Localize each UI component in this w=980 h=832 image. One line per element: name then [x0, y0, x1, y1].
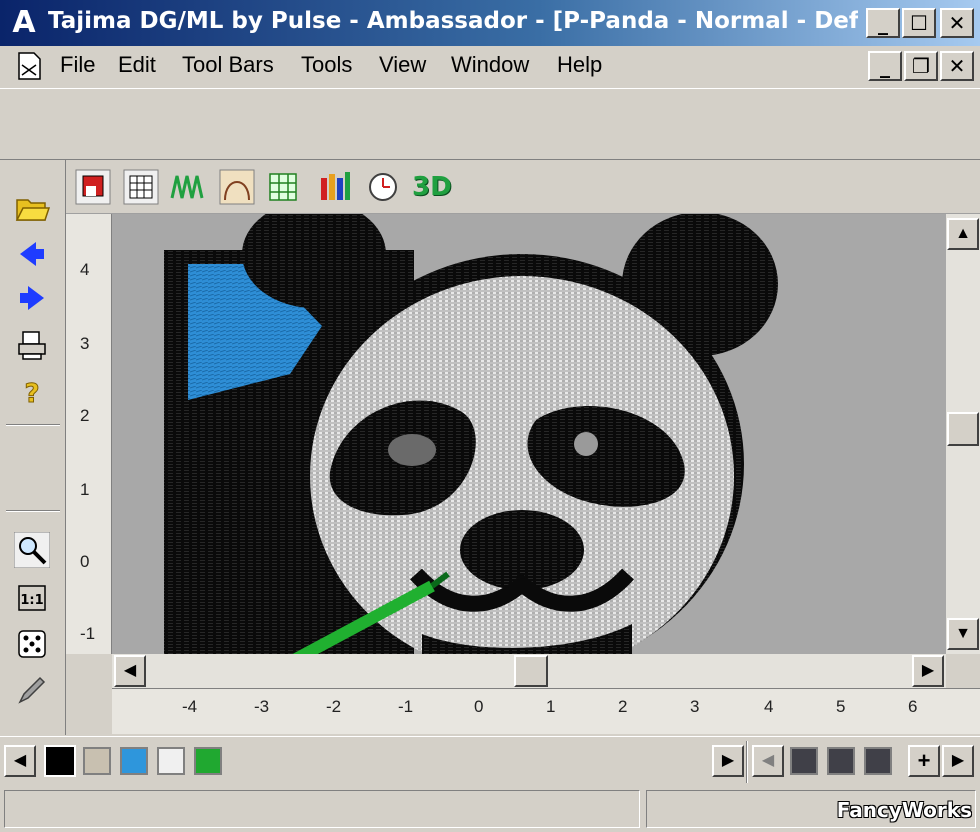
ruler-tick: 3 [80, 334, 90, 353]
scroll-up-button[interactable]: ▲ [947, 218, 979, 250]
palette-color-swatch[interactable] [120, 747, 148, 775]
zoom-icon[interactable] [14, 532, 50, 568]
menu-window[interactable]: Window [451, 52, 529, 78]
vertical-ruler: 4 3 2 1 0 -1 [66, 214, 112, 654]
document-icon[interactable] [14, 51, 44, 81]
ruler-tick: 6 [908, 697, 918, 716]
ruler-tick: -1 [398, 697, 414, 716]
scroll-right-button[interactable]: ▶ [912, 655, 944, 687]
palette-divider [746, 741, 748, 783]
doc-restore-button[interactable]: ❐ [904, 51, 938, 81]
scroll-left-button[interactable]: ◀ [114, 655, 146, 687]
maximize-button[interactable]: ☐ [902, 8, 936, 38]
ruler-tick: 5 [836, 697, 846, 716]
open-folder-icon[interactable] [14, 190, 50, 226]
palette-scroll-right-button[interactable]: ▶ [712, 745, 744, 777]
watermark-text: FancyWorks [836, 798, 972, 822]
sequence-color-swatch[interactable] [827, 747, 855, 775]
outline-icon[interactable] [218, 168, 256, 206]
ruler-tick: 0 [80, 552, 90, 571]
left-toolbar: ? 1:1 [0, 160, 66, 735]
palette-color-swatch[interactable] [44, 745, 76, 777]
menu-edit[interactable]: Edit [118, 52, 156, 78]
add-color-button[interactable]: + [908, 745, 940, 777]
help-icon[interactable]: ? [14, 374, 50, 410]
window-title: Tajima DG/ML by Pulse - Ambassador - [P-… [48, 8, 858, 34]
ruler-tick: 0 [474, 697, 484, 716]
sequence-scroll-left-button[interactable]: ◀ [752, 745, 784, 777]
toolbar-divider [6, 424, 60, 426]
back-arrow-icon[interactable] [14, 236, 50, 272]
ruler-tick: 1 [80, 480, 90, 499]
scroll-down-button[interactable]: ▼ [947, 618, 979, 650]
horizontal-scroll-thumb[interactable] [514, 655, 548, 687]
ruler-tick: -4 [182, 697, 198, 716]
menu-bar: File Edit Tool Bars Tools View Window He… [0, 46, 980, 86]
palette-color-swatch[interactable] [83, 747, 111, 775]
pencil-icon[interactable] [14, 672, 50, 708]
toolbar-divider [6, 510, 60, 512]
ruler-tick: -3 [254, 697, 270, 716]
view-toolbar: 3D [66, 160, 980, 214]
menu-tools[interactable]: Tools [301, 52, 352, 78]
status-pane-main [4, 790, 640, 828]
minimize-button[interactable]: _ [866, 8, 900, 38]
ruler-tick: 2 [618, 697, 628, 716]
ruler-tick: 2 [80, 406, 90, 425]
ruler-tick: -2 [326, 697, 342, 716]
palette-scroll-left-button[interactable]: ◀ [4, 745, 36, 777]
ruler-tick: 3 [690, 697, 700, 716]
sequence-color-swatch[interactable] [864, 747, 892, 775]
actual-size-icon[interactable]: 1:1 [14, 580, 50, 616]
app-window: A Tajima DG/ML by Pulse - Ambassador - [… [0, 0, 980, 832]
svg-text:?: ? [24, 379, 39, 409]
design-canvas[interactable] [112, 214, 946, 654]
horizontal-ruler: -4 -3 -2 -1 0 1 2 3 4 5 6 [112, 688, 980, 734]
color-bars-icon[interactable] [316, 168, 354, 206]
color-palette-bar: ◀ ▶ ◀ + ▶ [0, 736, 980, 786]
close-button[interactable]: ✕ [940, 8, 974, 38]
doc-close-button[interactable]: ✕ [940, 51, 974, 81]
menu-view[interactable]: View [379, 52, 426, 78]
horizontal-scrollbar[interactable]: ◀ ▶ [112, 654, 946, 688]
ruler-tick: 4 [80, 260, 90, 279]
palette-color-swatch[interactable] [194, 747, 222, 775]
sequence-color-swatch[interactable] [790, 747, 818, 775]
ruler-tick: -1 [80, 624, 96, 643]
table-icon[interactable] [264, 168, 302, 206]
ruler-tick: 1 [546, 697, 556, 716]
stitch-lines-icon[interactable] [168, 168, 206, 206]
app-logo-icon: A [12, 5, 36, 40]
vertical-scroll-thumb[interactable] [947, 412, 979, 446]
toolbar-area [0, 88, 980, 160]
svg-text:1:1: 1:1 [20, 593, 43, 608]
status-bar: FancyWorks [0, 788, 980, 832]
menu-tool-bars[interactable]: Tool Bars [182, 52, 274, 78]
3d-icon[interactable]: 3D [412, 168, 452, 206]
panda-embroidery-image [164, 214, 778, 654]
dice-icon[interactable] [14, 626, 50, 662]
palette-color-swatch[interactable] [157, 747, 185, 775]
stitch-view-icon[interactable] [74, 168, 112, 206]
sequence-scroll-right-button[interactable]: ▶ [942, 745, 974, 777]
grid-view-icon[interactable] [122, 168, 160, 206]
print-icon[interactable] [14, 328, 50, 364]
vertical-scrollbar[interactable]: ▲ ▼ [946, 214, 980, 654]
forward-arrow-icon[interactable] [14, 280, 50, 316]
title-bar[interactable]: A Tajima DG/ML by Pulse - Ambassador - [… [0, 0, 980, 46]
ruler-tick: 4 [764, 697, 774, 716]
menu-help[interactable]: Help [557, 52, 602, 78]
menu-file[interactable]: File [60, 52, 95, 78]
clock-icon[interactable] [364, 168, 402, 206]
doc-minimize-button[interactable]: _ [868, 51, 902, 81]
